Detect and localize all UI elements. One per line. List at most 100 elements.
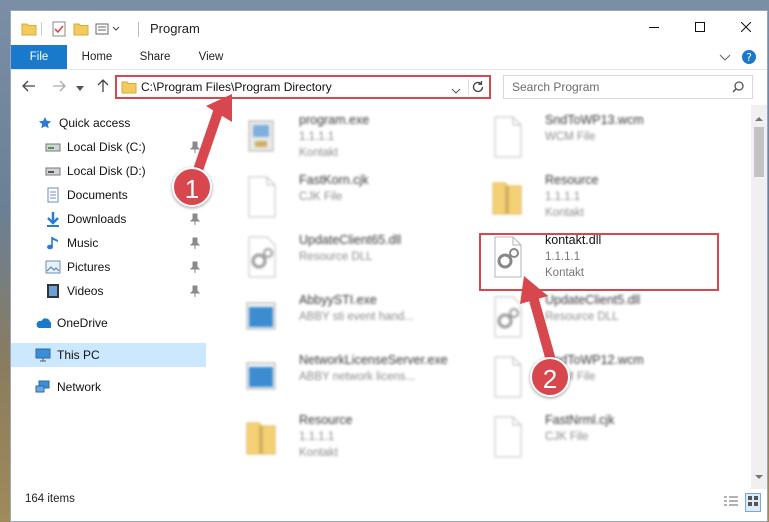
- address-dropdown-icon[interactable]: [451, 84, 461, 98]
- navigation-bar: C:\Program Files\Program Directory: [11, 69, 767, 103]
- file-name: FastNrml.cjk: [545, 413, 615, 427]
- zip-icon: [241, 415, 281, 459]
- app-icon: [241, 295, 281, 339]
- sidebar-item-downloads[interactable]: Downloads: [11, 207, 206, 231]
- pin-icon: [189, 213, 201, 225]
- search-icon[interactable]: [732, 81, 744, 96]
- minimize-button[interactable]: [631, 11, 677, 45]
- explorer-window: Program File Home Share View ? C:\Progra…: [10, 10, 768, 522]
- file-company: Kontakt: [299, 447, 338, 459]
- network-icon: [35, 379, 51, 395]
- recent-locations-button[interactable]: [73, 77, 87, 97]
- file-updateclient65-dll[interactable]: UpdateClient65.dll Resource DLL: [229, 229, 469, 285]
- search-input[interactable]: [504, 76, 724, 98]
- file-type: WCM File: [545, 131, 596, 143]
- file-resource-2[interactable]: Resource 1.1.1.1 Kontakt: [229, 409, 469, 465]
- chevron-down-icon: [76, 79, 84, 95]
- file-name: Resource: [299, 413, 353, 427]
- arrow-up-icon: [97, 78, 109, 96]
- sidebar-item-label: Documents: [67, 188, 128, 202]
- large-icons-view-icon[interactable]: [745, 493, 761, 512]
- file-abbyysti-exe[interactable]: AbbyySTI.exe ABBY sti event hand...: [229, 289, 469, 345]
- file-fastkorn-cjk[interactable]: FastKorn.cjk CJK File: [229, 169, 469, 225]
- properties-icon[interactable]: [51, 20, 67, 38]
- maximize-button[interactable]: [677, 11, 723, 45]
- sidebar-item-pictures[interactable]: Pictures: [11, 255, 206, 279]
- file-type: Resource DLL: [545, 311, 619, 323]
- zip-icon: [487, 175, 527, 219]
- close-icon: [740, 21, 752, 35]
- address-bar[interactable]: C:\Program Files\Program Directory: [115, 75, 491, 99]
- pictures-icon: [45, 259, 61, 275]
- folder-icon: [21, 20, 37, 38]
- kontakt-dll-highlight: [479, 233, 719, 291]
- gear-file-icon: [487, 295, 527, 339]
- title-bar: Program: [11, 11, 767, 45]
- file-sndtowp13-wcm[interactable]: SndToWP13.wcm WCM File: [475, 109, 715, 165]
- step-badge-1: 1: [172, 167, 212, 207]
- sidebar-item-videos[interactable]: Videos: [11, 279, 206, 303]
- star-icon: [37, 115, 53, 131]
- pin-icon: [189, 261, 201, 273]
- file-type: CJK File: [545, 431, 589, 443]
- sidebar-item-local-disk-c[interactable]: Local Disk (C:): [11, 135, 206, 159]
- back-button[interactable]: [19, 77, 39, 97]
- help-icon[interactable]: ?: [741, 49, 757, 68]
- file-program-exe[interactable]: program.exe 1.1.1.1 Kontakt: [229, 109, 469, 165]
- tab-share[interactable]: Share: [129, 45, 181, 69]
- file-name: UpdateClient65.dll: [299, 233, 402, 247]
- sidebar-item-this-pc[interactable]: This PC: [11, 343, 206, 367]
- file-name: AbbyySTI.exe: [299, 293, 377, 307]
- status-bar: 164 items: [11, 489, 767, 521]
- folder-icon: [121, 81, 137, 97]
- forward-button[interactable]: [49, 77, 69, 97]
- scroll-down-icon[interactable]: [755, 469, 763, 483]
- up-button[interactable]: [93, 77, 113, 97]
- sidebar-item-onedrive[interactable]: OneDrive: [11, 311, 206, 335]
- address-path: C:\Program Files\Program Directory: [141, 80, 332, 94]
- sidebar-item-network[interactable]: Network: [11, 375, 206, 399]
- file-version: 1.1.1.1: [545, 191, 581, 203]
- refresh-icon[interactable]: [471, 80, 485, 97]
- svg-text:?: ?: [746, 51, 752, 64]
- tab-home[interactable]: Home: [71, 45, 123, 69]
- sidebar-item-label: Network: [57, 380, 102, 394]
- file-sndtowp12-wcm[interactable]: SndToWP12.wcm WCM File: [475, 349, 715, 405]
- expand-ribbon-icon[interactable]: [719, 51, 731, 65]
- scroll-up-icon[interactable]: [755, 111, 763, 125]
- file-name: Resource: [545, 173, 599, 187]
- file-updateclient5-dll[interactable]: UpdateClient5.dll Resource DLL: [475, 289, 715, 345]
- file-description: ABBY sti event hand...: [299, 311, 414, 323]
- vertical-scrollbar[interactable]: [751, 105, 767, 489]
- sidebar-item-label: Quick access: [59, 116, 131, 130]
- cloud-icon: [35, 315, 51, 331]
- file-fastnrml-cjk[interactable]: FastNrml.cjk CJK File: [475, 409, 715, 465]
- sidebar-item-label: This PC: [57, 348, 100, 362]
- file-company: Kontakt: [545, 207, 584, 219]
- details-view-icon[interactable]: [723, 495, 739, 510]
- item-count: 164 items: [25, 493, 75, 505]
- file-name: SndToWP13.wcm: [545, 113, 644, 127]
- file-list: program.exe 1.1.1.1 Kontakt SndToWP13.wc…: [217, 105, 743, 489]
- tab-view[interactable]: View: [187, 45, 235, 69]
- download-icon: [45, 211, 61, 227]
- scrollbar-thumb[interactable]: [754, 127, 764, 177]
- gear-file-icon: [241, 235, 281, 279]
- close-button[interactable]: [723, 11, 767, 45]
- file-networklicenseserver-exe[interactable]: NetworkLicenseServer.exe ABBY network li…: [229, 349, 469, 405]
- blank-file-icon: [487, 115, 527, 159]
- file-resource[interactable]: Resource 1.1.1.1 Kontakt: [475, 169, 715, 225]
- tab-file[interactable]: File: [11, 45, 67, 69]
- sidebar-item-label: Videos: [67, 284, 104, 298]
- customize-toolbar-icon[interactable]: [95, 20, 123, 38]
- drive-icon: [45, 163, 61, 179]
- pin-icon: [189, 285, 201, 297]
- step-badge-2: 2: [530, 357, 570, 397]
- maximize-icon: [695, 21, 705, 35]
- new-folder-icon[interactable]: [73, 20, 89, 38]
- sidebar-item-quick-access[interactable]: Quick access: [11, 111, 206, 135]
- arrow-left-icon: [22, 79, 36, 95]
- quick-access-divider: [41, 22, 42, 36]
- file-type: Resource DLL: [299, 251, 373, 263]
- sidebar-item-music[interactable]: Music: [11, 231, 206, 255]
